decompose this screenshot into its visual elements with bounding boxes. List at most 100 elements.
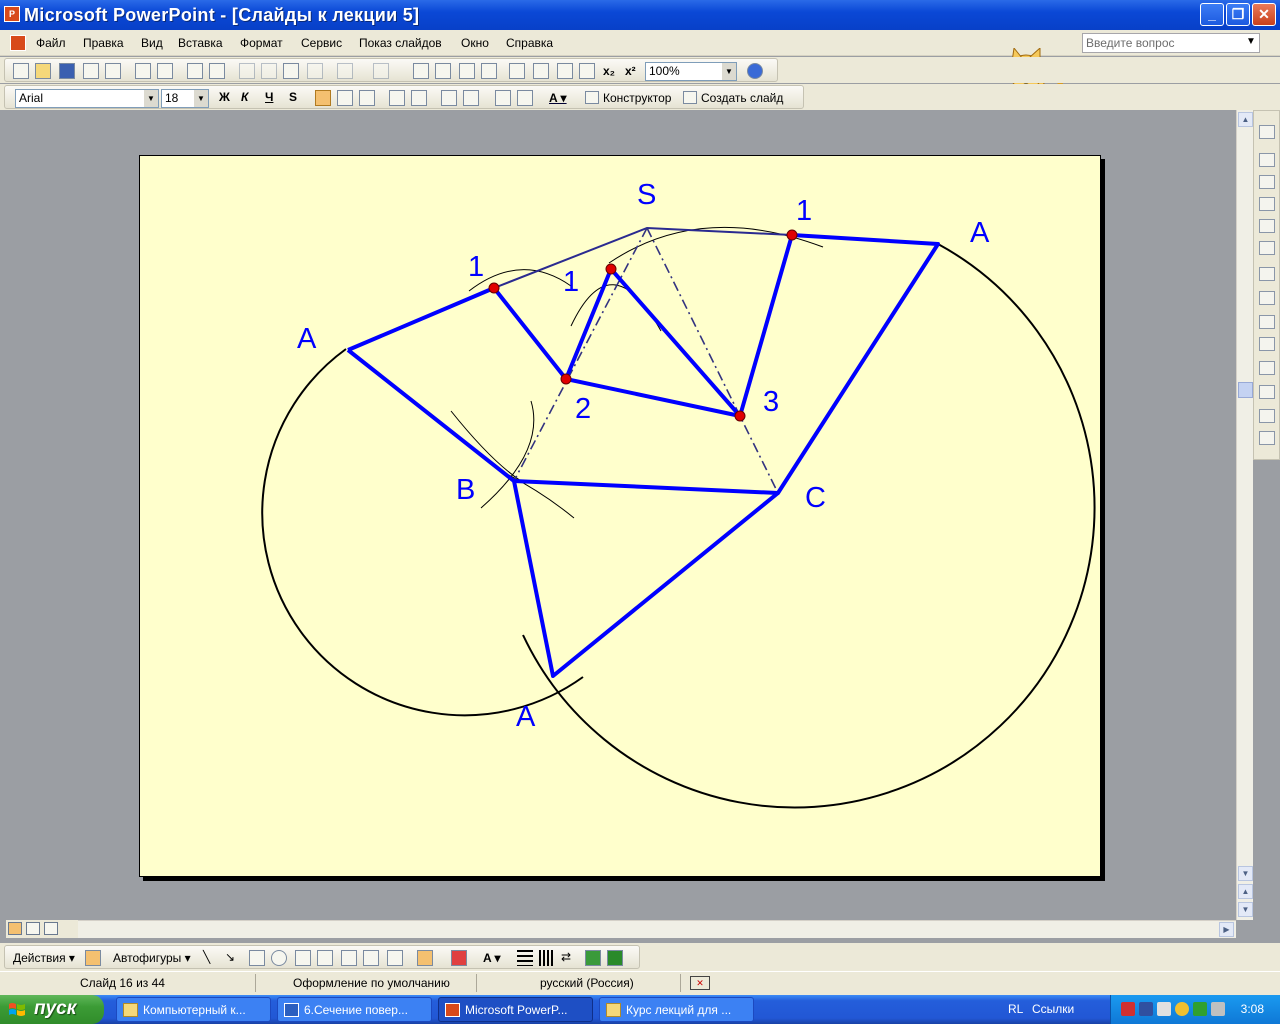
increase-font-icon[interactable] (441, 90, 457, 106)
size-dropdown-icon[interactable]: ▼ (194, 90, 208, 107)
autoshapes-menu[interactable]: Автофигуры ▾ (113, 951, 191, 965)
rectangle-tool-icon[interactable] (249, 950, 265, 966)
bold-button[interactable]: Ж (219, 90, 230, 104)
line-style-icon[interactable] (1259, 291, 1275, 305)
task-item[interactable]: Курс лекций для ... (599, 997, 754, 1022)
designer-icon[interactable] (585, 91, 599, 104)
arrow-tool-icon[interactable]: ↘ (225, 950, 241, 966)
decrease-font-icon[interactable] (463, 90, 479, 106)
open-icon[interactable] (35, 63, 51, 79)
align-right-icon[interactable] (359, 90, 375, 106)
horizontal-scrollbar[interactable]: ▶ (78, 920, 1236, 938)
menu-tools[interactable]: Сервис (301, 36, 342, 50)
show-formatting-icon[interactable] (533, 63, 549, 79)
font-dropdown-icon[interactable]: ▼ (144, 90, 158, 107)
network-icon[interactable] (1139, 1002, 1153, 1016)
permission-icon[interactable] (83, 63, 99, 79)
volume-icon[interactable] (1157, 1002, 1171, 1016)
edit-picture-icon[interactable] (1259, 409, 1275, 423)
previous-slide-icon[interactable]: ▲ (1238, 884, 1253, 899)
insert-picture-icon[interactable] (387, 950, 403, 966)
rotate-icon[interactable] (1259, 241, 1275, 255)
menu-edit[interactable]: Правка (83, 36, 124, 50)
increase-indent-icon[interactable] (517, 90, 533, 106)
document-icon[interactable] (10, 35, 26, 51)
crop-icon[interactable] (1259, 219, 1275, 233)
help-icon[interactable] (747, 63, 763, 79)
decrease-indent-icon[interactable] (495, 90, 511, 106)
picture-icon[interactable] (1259, 125, 1275, 139)
numbering-icon[interactable] (389, 90, 405, 106)
reset-picture-icon[interactable] (1259, 385, 1275, 399)
powerpoint-app-icon[interactable]: P (4, 6, 20, 22)
contrast-icon[interactable] (1259, 175, 1275, 189)
chart-icon[interactable] (413, 63, 429, 79)
brightness-icon[interactable] (1259, 197, 1275, 211)
research-icon[interactable] (209, 63, 225, 79)
language-bar[interactable]: RL (1008, 1002, 1023, 1016)
vertical-scrollbar[interactable]: ▲ ▼ ▲ ▼ (1236, 110, 1253, 920)
menu-help[interactable]: Справка (506, 36, 553, 50)
print-icon[interactable] (135, 63, 151, 79)
antivirus-icon[interactable] (1121, 1002, 1135, 1016)
menu-window[interactable]: Окно (461, 36, 489, 50)
format-painter-icon[interactable] (307, 63, 323, 79)
textbox-tool-icon[interactable] (295, 950, 311, 966)
font-select[interactable]: Arial ▼ (15, 89, 159, 108)
safely-remove-icon[interactable] (1211, 1002, 1225, 1016)
font-size-select[interactable]: 18 ▼ (161, 89, 209, 108)
table-icon[interactable] (435, 63, 451, 79)
layout-icon[interactable] (1259, 153, 1275, 167)
next-slide-icon[interactable]: ▼ (1238, 902, 1253, 917)
color-grayscale-icon[interactable] (579, 63, 595, 79)
grid-icon[interactable] (557, 63, 573, 79)
recolor-icon[interactable] (1259, 315, 1275, 329)
zoom-select[interactable]: 100% ▼ (645, 62, 737, 81)
oval-tool-icon[interactable] (271, 950, 287, 966)
select-pointer-icon[interactable] (85, 950, 101, 966)
scroll-down-icon[interactable]: ▼ (1238, 866, 1253, 881)
superscript-icon[interactable]: x² (625, 64, 636, 78)
compress-icon[interactable] (1259, 267, 1275, 281)
menu-slideshow[interactable]: Показ слайдов (359, 36, 442, 50)
spelling-status-icon[interactable]: ✕ (690, 976, 710, 990)
shadow-style-icon[interactable] (585, 950, 601, 966)
copy-icon[interactable] (261, 63, 277, 79)
format-picture-icon[interactable] (1259, 337, 1275, 351)
minimize-button[interactable]: _ (1200, 3, 1224, 26)
scroll-thumb[interactable] (1238, 382, 1253, 398)
line-style-tool-icon[interactable] (517, 950, 533, 966)
menu-view[interactable]: Вид (141, 36, 163, 50)
redo-icon[interactable] (373, 63, 389, 79)
slide-canvas[interactable]: S A A A B C 1 1 1 2 3 (139, 155, 1101, 877)
align-center-icon[interactable] (337, 90, 353, 106)
draw-font-color-icon[interactable]: A ▾ (483, 951, 501, 965)
dash-style-icon[interactable] (539, 950, 555, 966)
links-toolbar[interactable]: Ссылки (1032, 1002, 1074, 1016)
design-template[interactable]: Оформление по умолчанию (293, 976, 450, 990)
scroll-up-icon[interactable]: ▲ (1238, 112, 1253, 127)
start-button[interactable]: пуск (0, 995, 104, 1024)
new-slide-button[interactable]: Создать слайд (701, 91, 783, 105)
italic-button[interactable]: К (241, 90, 248, 104)
underline-button[interactable]: Ч (265, 90, 273, 104)
align-left-icon[interactable] (315, 90, 331, 106)
normal-view-icon[interactable] (8, 922, 22, 935)
new-slide-icon[interactable] (683, 91, 697, 104)
tray-app-icon[interactable] (1193, 1002, 1207, 1016)
new-icon[interactable] (13, 63, 29, 79)
tables-borders-icon[interactable] (459, 63, 475, 79)
messenger-icon[interactable] (1175, 1002, 1189, 1016)
arrow-style-icon[interactable]: ⇄ (561, 950, 577, 966)
3d-style-icon[interactable] (607, 950, 623, 966)
zoom-dropdown-icon[interactable]: ▼ (722, 63, 736, 80)
panel-options-icon[interactable] (1259, 431, 1275, 445)
fill-color-icon[interactable] (417, 950, 433, 966)
help-search-input[interactable]: Введите вопрос (1082, 33, 1260, 53)
paste-icon[interactable] (283, 63, 299, 79)
line-tool-icon[interactable]: ╲ (203, 950, 219, 966)
print-preview-icon[interactable] (157, 63, 173, 79)
email-icon[interactable] (105, 63, 121, 79)
menu-file[interactable]: Файл (36, 36, 66, 50)
close-button[interactable]: ✕ (1252, 3, 1276, 26)
